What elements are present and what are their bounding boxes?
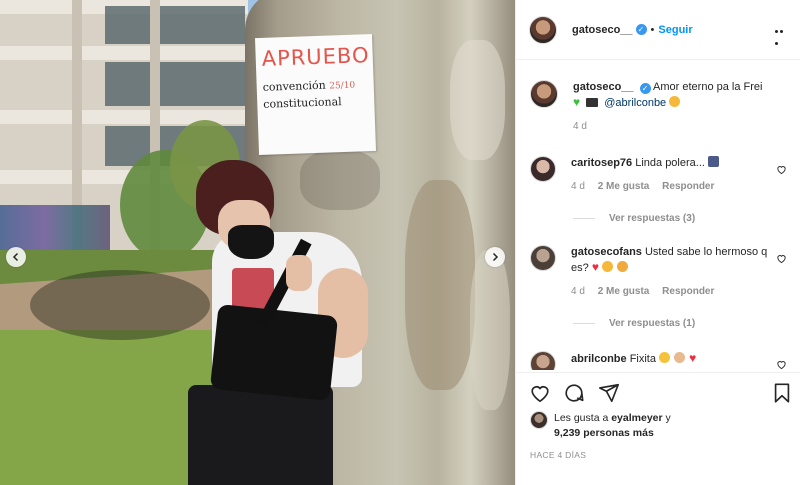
clapperboard-icon (586, 98, 599, 107)
post-header: gatoseco__ ✓ • Seguir (516, 0, 800, 60)
avatar[interactable] (530, 351, 556, 370)
caption: gatoseco__ ✓ Amor eterno pa la Frei ♥ @a… (530, 80, 795, 134)
verified-icon: ✓ (639, 83, 651, 94)
mention-link[interactable]: @abrilconbe (604, 97, 666, 109)
comment-item: abrilconbe Fixita ♥ (530, 351, 795, 370)
avatar[interactable] (529, 15, 557, 44)
sign-text-convencion: convención (262, 78, 326, 94)
comment-time: 4 d (571, 286, 585, 297)
comments-list[interactable]: gatoseco__ ✓ Amor eterno pa la Frei ♥ @a… (516, 60, 800, 370)
avatar[interactable] (530, 245, 556, 271)
comment-username[interactable]: caritosep76 (571, 157, 632, 169)
prev-photo-button[interactable] (6, 247, 26, 267)
comment-item: gatosecofans Usted sabe lo hermoso q es?… (530, 245, 795, 299)
green-heart-icon: ♥ (573, 95, 581, 109)
caption-text: Amor eterno pa la Frei (653, 81, 763, 93)
person-legs (188, 385, 333, 485)
post-actions: Les gusta a eyalmeyer y 9,239 personas m… (516, 372, 800, 485)
next-photo-button[interactable] (485, 247, 505, 267)
reply-button[interactable]: Responder (662, 181, 714, 192)
post-window: APRUEBO convención 25/10 constitucional … (0, 0, 800, 485)
post-sidebar: gatoseco__ ✓ • Seguir gatoseco__ ✓ Amor … (515, 0, 800, 485)
person-overall (209, 303, 339, 402)
post-time[interactable]: HACE 4 DÍAS (530, 450, 586, 460)
comment-text: Fixita (629, 353, 656, 365)
bookmark-icon[interactable] (771, 382, 793, 404)
view-replies-button[interactable]: Ver respuestas (1) (573, 318, 695, 329)
sign-text-apruebo: APRUEBO (261, 43, 370, 71)
comment-item: caritosep76 Linda polera... 4 d 2 Me gus… (530, 156, 795, 194)
cat-emoji-icon (669, 96, 681, 107)
red-heart-icon: ♥ (689, 351, 697, 365)
sign-text-constitucional: constitucional (263, 95, 342, 111)
comment-likes[interactable]: 2 Me gusta (598, 181, 650, 192)
likes-count[interactable]: 9,239 personas más (554, 427, 654, 439)
heart-icon[interactable] (776, 359, 787, 370)
verified-icon: ✓ (635, 24, 647, 35)
chevron-left-icon (12, 252, 19, 262)
comment-username[interactable]: abrilconbe (571, 353, 627, 365)
avatar[interactable] (530, 411, 548, 429)
follow-button[interactable]: Seguir (658, 24, 692, 36)
red-heart-icon: ♥ (591, 260, 599, 274)
cat-emoji-icon (617, 261, 629, 272)
comment-likes[interactable]: 2 Me gusta (598, 286, 650, 297)
header-separator: • (650, 23, 655, 36)
heart-icon[interactable] (776, 164, 787, 175)
view-replies-button[interactable]: Ver respuestas (3) (573, 213, 695, 224)
smile-emoji-icon (659, 352, 671, 363)
avatar[interactable] (530, 80, 558, 108)
chevron-right-icon (492, 252, 499, 262)
face-mask (228, 225, 274, 259)
likes-summary: Les gusta a eyalmeyer y 9,239 personas m… (530, 411, 671, 441)
share-icon[interactable] (598, 382, 620, 404)
avatar[interactable] (530, 156, 556, 182)
heart-icon[interactable] (529, 382, 551, 404)
heart-eyes-emoji-icon (602, 261, 613, 272)
header-username[interactable]: gatoseco__ (572, 24, 633, 36)
post-photo[interactable]: APRUEBO convención 25/10 constitucional (0, 0, 515, 485)
caption-username[interactable]: gatoseco__ (573, 81, 634, 93)
protest-sign: APRUEBO convención 25/10 constitucional (254, 33, 377, 156)
liker-username[interactable]: eyalmeyer (611, 412, 662, 424)
ok-hand-emoji-icon (674, 352, 686, 363)
person-emoji-icon (708, 156, 719, 167)
heart-icon[interactable] (776, 253, 787, 264)
comment-icon[interactable] (563, 382, 585, 404)
reply-button[interactable]: Responder (662, 286, 714, 297)
sign-date: 25/10 (329, 80, 356, 92)
more-icon[interactable] (775, 24, 789, 45)
comment-username[interactable]: gatosecofans (571, 246, 642, 258)
caption-time: 4 d (573, 121, 587, 132)
comment-time: 4 d (571, 181, 585, 192)
comment-text: Linda polera... (635, 157, 705, 169)
